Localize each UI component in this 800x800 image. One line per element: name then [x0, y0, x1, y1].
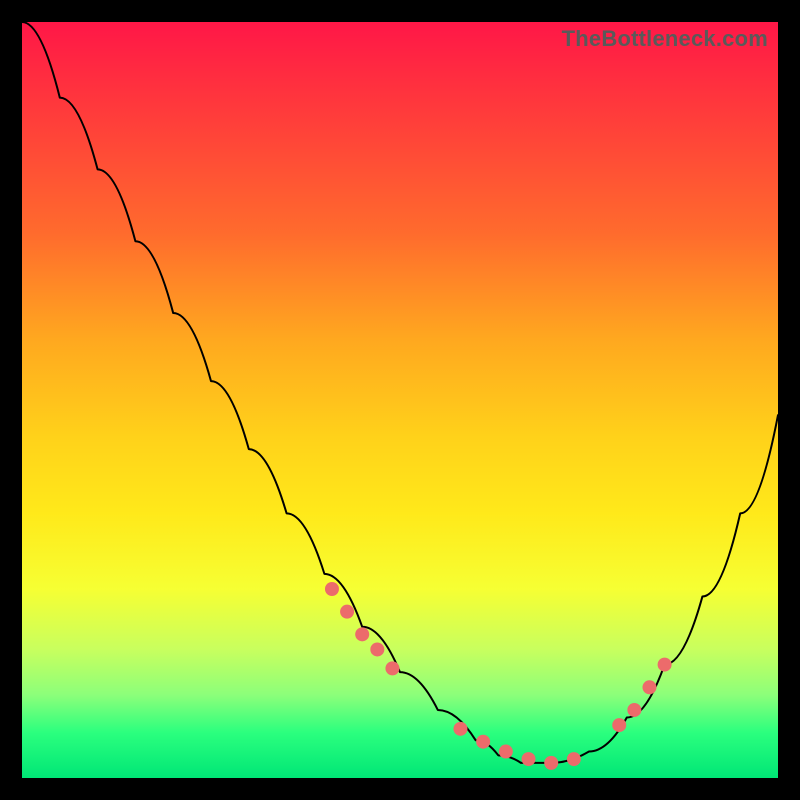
chart-svg	[22, 22, 778, 778]
highlight-markers	[325, 582, 672, 770]
highlight-marker	[325, 582, 339, 596]
highlight-marker	[627, 703, 641, 717]
highlight-marker	[370, 642, 384, 656]
highlight-marker	[612, 718, 626, 732]
highlight-marker	[658, 658, 672, 672]
highlight-marker	[567, 752, 581, 766]
bottleneck-curve-line	[22, 22, 778, 763]
highlight-marker	[642, 680, 656, 694]
chart-frame: TheBottleneck.com	[0, 0, 800, 800]
highlight-marker	[355, 627, 369, 641]
highlight-marker	[476, 735, 490, 749]
highlight-marker	[453, 722, 467, 736]
highlight-marker	[385, 661, 399, 675]
highlight-marker	[340, 605, 354, 619]
highlight-marker	[499, 745, 513, 759]
highlight-marker	[522, 752, 536, 766]
highlight-marker	[544, 756, 558, 770]
plot-area: TheBottleneck.com	[22, 22, 778, 778]
